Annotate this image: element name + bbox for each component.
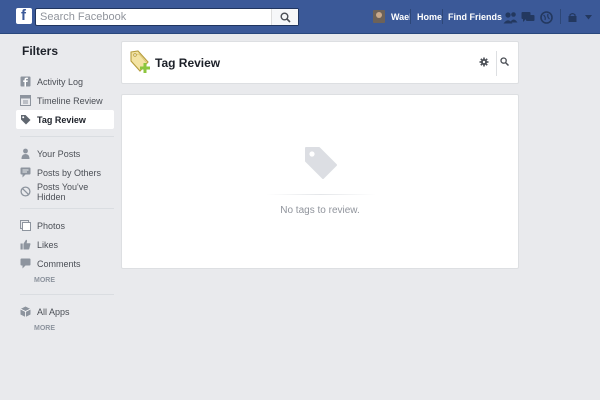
- privacy-shortcuts-icon[interactable]: [568, 13, 579, 22]
- nav-divider: [560, 9, 561, 24]
- facebook-icon: [20, 76, 31, 87]
- sidebar-item-label: Likes: [37, 239, 59, 250]
- apps-icon: [20, 306, 31, 317]
- sidebar-item-posts-by-others[interactable]: Posts by Others: [16, 163, 114, 182]
- hidden-icon: [20, 186, 31, 197]
- speech-bubble-icon: [20, 167, 31, 178]
- search-icon[interactable]: [500, 57, 509, 66]
- sidebar-item-all-apps[interactable]: All Apps: [16, 302, 114, 321]
- separator: [266, 194, 376, 195]
- sidebar-item-photos[interactable]: Photos: [16, 216, 114, 235]
- sidebar-item-your-posts[interactable]: Your Posts: [16, 144, 114, 163]
- filters-title: Filters: [22, 44, 59, 58]
- search-bar[interactable]: Search Facebook: [35, 8, 299, 26]
- sidebar-divider: [20, 294, 114, 295]
- sidebar-item-label: All Apps: [37, 306, 70, 317]
- notifications-icon[interactable]: [540, 11, 553, 24]
- sidebar-divider: [20, 136, 114, 137]
- sidebar-item-timeline-review[interactable]: Timeline Review: [16, 91, 114, 110]
- more-link[interactable]: MORE: [16, 321, 114, 335]
- sidebar-item-likes[interactable]: Likes: [16, 235, 114, 254]
- sidebar-item-activity-log[interactable]: Activity Log: [16, 72, 114, 91]
- comment-icon: [20, 258, 31, 269]
- more-link[interactable]: MORE: [16, 273, 114, 287]
- gear-icon[interactable]: [479, 57, 489, 67]
- timeline-icon: [20, 95, 31, 106]
- search-button[interactable]: [271, 9, 298, 25]
- search-input[interactable]: Search Facebook: [40, 11, 126, 23]
- sidebar-item-tag-review[interactable]: Tag Review: [16, 110, 114, 129]
- user-name: Wael: [391, 11, 412, 22]
- search-icon: [280, 12, 291, 23]
- facebook-logo-letter: f: [21, 7, 26, 24]
- nav-divider: [442, 9, 443, 24]
- page-title: Tag Review: [155, 56, 221, 70]
- sidebar-item-posts-youve-hidden[interactable]: Posts You've Hidden: [16, 181, 114, 202]
- sidebar-item-label: Comments: [37, 258, 81, 269]
- empty-state-message: No tags to review.: [280, 205, 360, 216]
- top-navigation-bar: f Search Facebook Wael Home Find Friends: [0, 0, 600, 34]
- tag-icon: [305, 147, 337, 179]
- photos-icon: [20, 220, 31, 231]
- person-icon: [20, 148, 31, 159]
- sidebar-divider: [20, 208, 114, 209]
- sidebar-item-label: Activity Log: [37, 76, 84, 87]
- chevron-down-icon[interactable]: [585, 15, 592, 20]
- sidebar-item-label: Posts You've Hidden: [37, 181, 89, 202]
- home-link[interactable]: Home: [417, 12, 442, 22]
- filters-sidebar: Filters Activity Log Timeline Review Tag…: [16, 44, 114, 335]
- sidebar-item-label: Timeline Review: [37, 95, 103, 106]
- tag-icon: [20, 114, 31, 125]
- sidebar-item-label: Photos: [37, 220, 66, 231]
- sidebar-item-comments[interactable]: Comments: [16, 254, 114, 273]
- page-header: Tag Review: [121, 41, 519, 84]
- nav-divider: [410, 9, 411, 24]
- find-friends-link[interactable]: Find Friends: [448, 12, 502, 22]
- sidebar-item-label: Your Posts: [37, 148, 81, 159]
- sidebar-item-label: Posts by Others: [37, 167, 102, 178]
- messages-icon[interactable]: [521, 11, 535, 24]
- avatar: [373, 10, 385, 23]
- profile-link[interactable]: Wael: [373, 10, 412, 23]
- friend-requests-icon[interactable]: [503, 11, 518, 24]
- tag-review-panel: No tags to review.: [121, 94, 519, 269]
- tag-plus-icon: [130, 50, 150, 73]
- facebook-logo[interactable]: f: [16, 7, 32, 24]
- header-divider: [496, 51, 497, 76]
- sidebar-item-label: Tag Review: [37, 114, 86, 125]
- thumbs-up-icon: [20, 239, 31, 250]
